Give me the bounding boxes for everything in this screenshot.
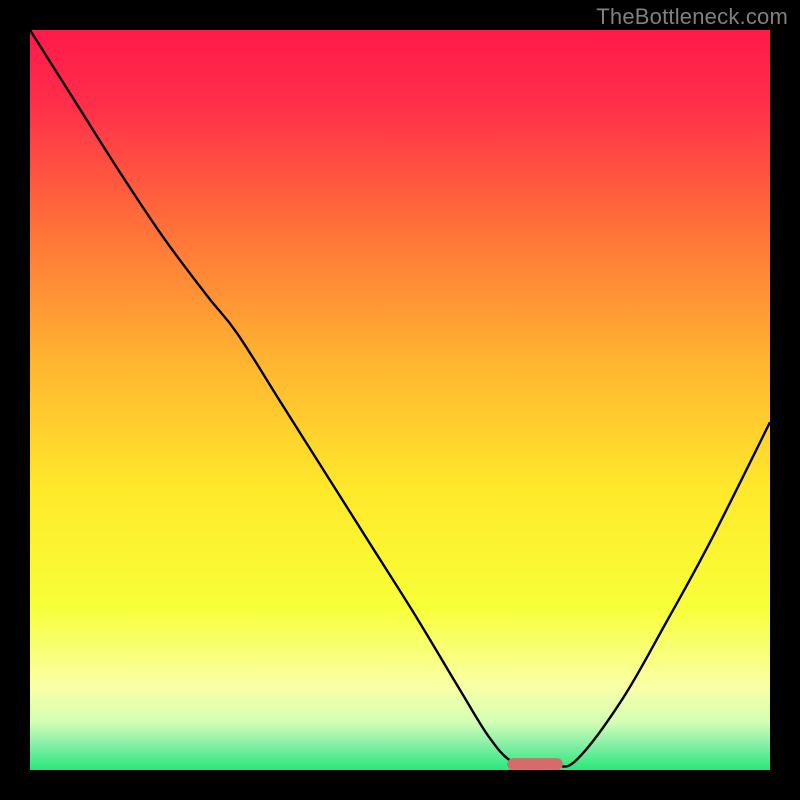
bottleneck-chart [0, 0, 800, 800]
watermark-text: TheBottleneck.com [596, 4, 788, 30]
gradient-background [30, 30, 770, 770]
optimum-marker [507, 758, 563, 770]
chart-frame: { "watermark": "TheBottleneck.com", "col… [0, 0, 800, 800]
